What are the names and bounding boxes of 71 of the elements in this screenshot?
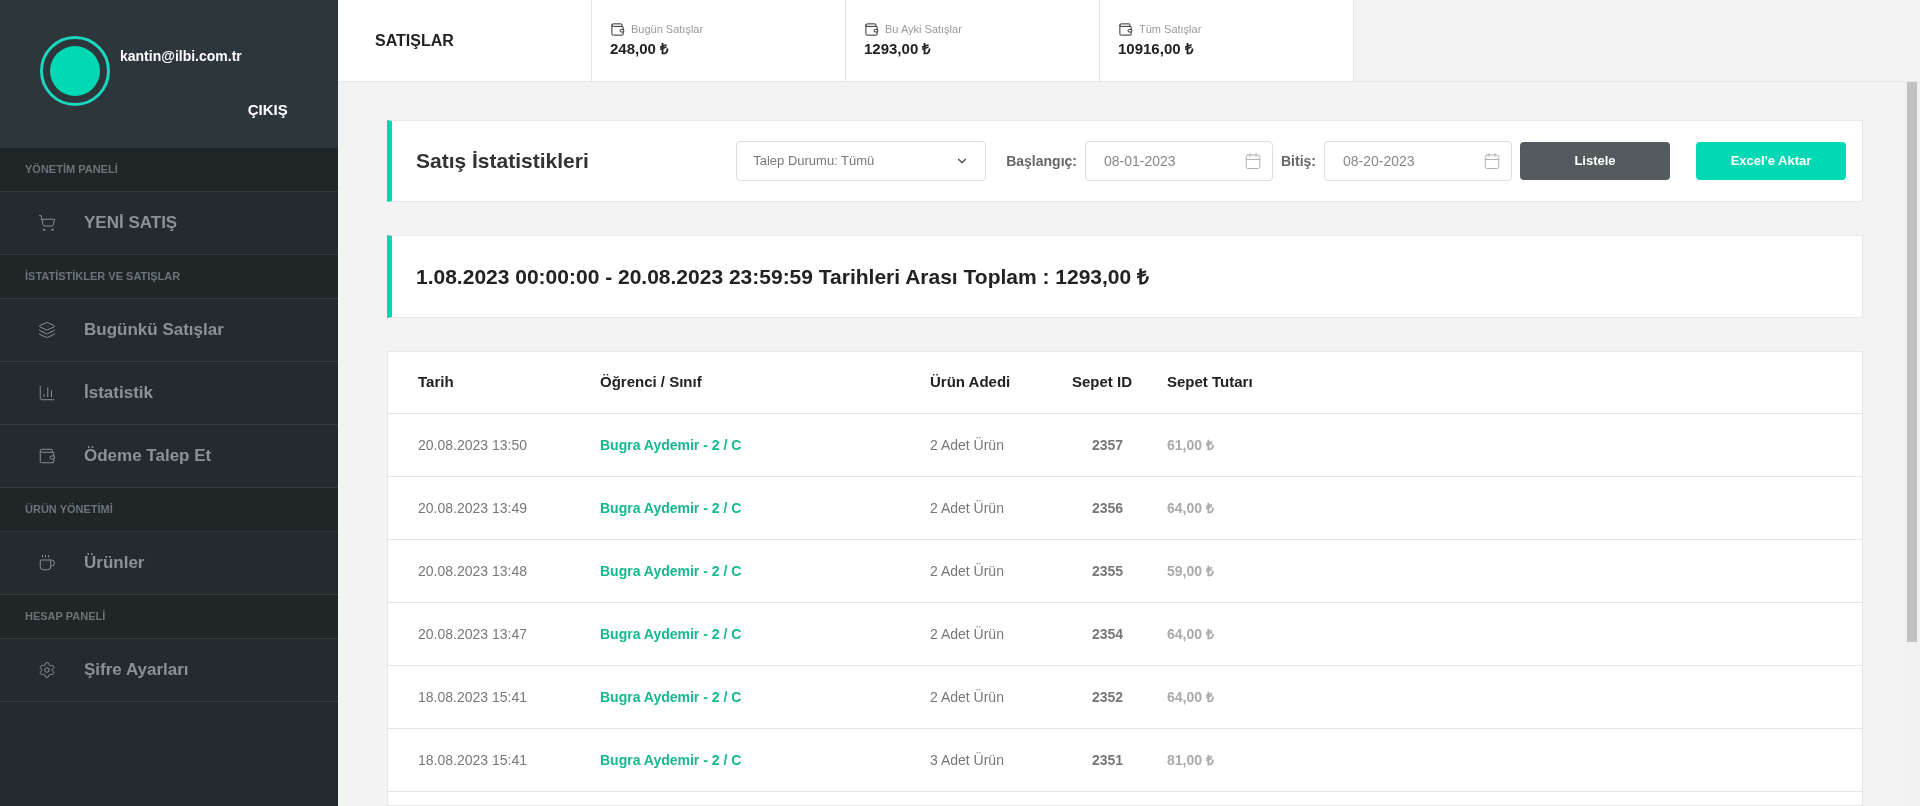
bar-chart-icon xyxy=(38,384,56,402)
section-heading: ÜRÜN YÖNETİMİ xyxy=(25,502,113,518)
table-cell: 59,00 ₺ xyxy=(1167,563,1214,579)
table-cell: 2 Adet Ürün xyxy=(930,563,1004,579)
wallet-icon xyxy=(864,21,879,37)
date-field[interactable]: 08-20-2023 xyxy=(1324,141,1512,181)
sidebar-item[interactable]: Şifre Ayarları xyxy=(0,639,338,702)
summary-text: 1.08.2023 00:00:00 - 20.08.2023 23:59:59 Tarihleri Arası Toplam : 1293,00 ₺ xyxy=(416,263,1150,290)
table-cell: 64,00 ₺ xyxy=(1167,500,1214,516)
sidebar-item[interactable]: Bugünkü Satışlar xyxy=(0,299,338,362)
table-cell-text: 2354 xyxy=(1091,626,1124,642)
table-cell: 3 Adet Ürün xyxy=(930,752,1004,768)
table-cell: 2 Adet Ürün xyxy=(930,437,1004,453)
student-link[interactable]: Bugra Aydemir - 2 / C xyxy=(600,626,742,642)
column-header: Sepet Tutarı xyxy=(1167,372,1254,393)
section-heading: İSTATİSTİKLER VE SATIŞLAR xyxy=(25,269,181,285)
table-cell: 61,00 ₺ xyxy=(1167,437,1214,453)
avatar xyxy=(40,36,110,106)
status-select[interactable]: Talep Durumu: Tümü xyxy=(736,141,987,181)
table-cell: 81,00 ₺ xyxy=(1167,752,1214,768)
logout-link[interactable]: ÇIKIŞ xyxy=(247,99,288,122)
date-field[interactable]: 08-01-2023 xyxy=(1085,141,1273,181)
table-cell-text: 2352 xyxy=(1091,689,1124,705)
calendar-icon xyxy=(1483,152,1501,170)
stat-label: Bu Ayki Satışlar xyxy=(885,22,962,37)
student-link[interactable]: Bugra Aydemir - 2 / C xyxy=(600,689,742,705)
table-cell: 20.08.2023 13:47 xyxy=(418,626,527,642)
stat-label: Bugün Satışlar xyxy=(631,22,704,37)
list-button[interactable]: Listele xyxy=(1520,142,1670,180)
table-cell: 20.08.2023 13:50 xyxy=(418,437,527,453)
cart-icon xyxy=(38,214,56,232)
table-cell: 18.08.2023 15:41 xyxy=(418,689,527,705)
stat-value: 1293,00 ₺ xyxy=(864,38,933,59)
table-cell: 20.08.2023 13:49 xyxy=(418,500,527,516)
table-cell-text: 2357 xyxy=(1091,437,1124,453)
sidebar-item[interactable]: İstatistik xyxy=(0,362,338,425)
table-cell-text: 2351 xyxy=(1091,752,1124,768)
cup-icon xyxy=(38,554,56,572)
student-link[interactable]: Bugra Aydemir - 2 / C xyxy=(600,563,742,579)
table-cell: 64,00 ₺ xyxy=(1167,626,1214,642)
wallet-icon xyxy=(1118,21,1133,37)
stat-label: Tüm Satışlar xyxy=(1139,22,1202,37)
settings-icon xyxy=(38,661,56,679)
table-cell-text: 2355 xyxy=(1091,563,1124,579)
user-email: kantin@ilbi.com.tr xyxy=(120,47,242,66)
wallet-icon xyxy=(38,447,56,465)
table-cell-text: 2356 xyxy=(1091,500,1124,516)
field-label: Bitiş: xyxy=(1281,151,1316,171)
layers-icon xyxy=(38,321,56,339)
column-header: Öğrenci / Sınıf xyxy=(600,372,703,393)
table-cell: 2 Adet Ürün xyxy=(930,689,1004,705)
table-cell: 18.08.2023 15:41 xyxy=(418,752,527,768)
student-link[interactable]: Bugra Aydemir - 2 / C xyxy=(600,437,742,453)
column-header: Ürün Adedi xyxy=(930,372,1012,393)
table-cell: 20.08.2023 13:48 xyxy=(418,563,527,579)
table-cell: 64,00 ₺ xyxy=(1167,689,1214,705)
card-title: Satış İstatistikleri xyxy=(416,148,589,175)
header-title: SATIŞLAR xyxy=(375,30,454,51)
student-link[interactable]: Bugra Aydemir - 2 / C xyxy=(600,752,742,768)
table-cell: 2 Adet Ürün xyxy=(930,626,1004,642)
stat-value: 10916,00 ₺ xyxy=(1118,38,1195,59)
table-cell: 2 Adet Ürün xyxy=(930,500,1004,516)
section-heading: HESAP PANELİ xyxy=(25,609,106,625)
calendar-icon xyxy=(1244,152,1262,170)
student-link[interactable]: Bugra Aydemir - 2 / C xyxy=(600,500,742,516)
column-header: Sepet ID xyxy=(1072,372,1133,393)
field-label: Başlangıç: xyxy=(1006,151,1077,171)
wallet-icon xyxy=(610,21,625,37)
stat-value: 248,00 ₺ xyxy=(610,38,671,59)
section-heading: YÖNETİM PANELİ xyxy=(25,162,118,178)
column-header: Tarih xyxy=(418,372,455,393)
